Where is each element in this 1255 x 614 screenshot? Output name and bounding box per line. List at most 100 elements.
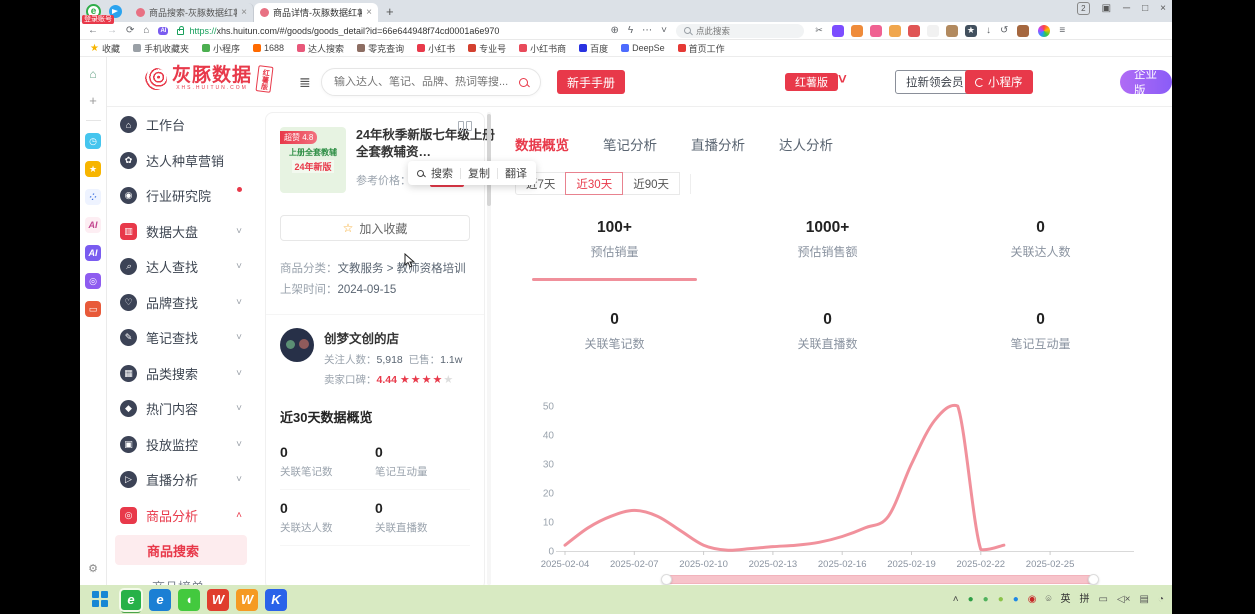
scrollbar-thumb[interactable] [487, 114, 491, 206]
tray-icon[interactable]: ▤ [1140, 594, 1149, 606]
search-icon[interactable] [519, 78, 528, 87]
miniapp-button[interactable]: 小程序 [965, 70, 1033, 94]
sidebar-app-icon[interactable]: ▭ [85, 301, 101, 317]
tooltip-search[interactable]: 搜索 [431, 165, 453, 181]
time-filter[interactable]: 近90天 [622, 172, 680, 195]
tray-icon[interactable]: ˄ [953, 594, 959, 606]
stat-card[interactable]: 0 关联笔记数 [508, 311, 721, 373]
tray-icon[interactable]: ⌾ [1046, 594, 1052, 606]
bookmark-item[interactable]: 小程序 [202, 42, 240, 55]
tray-icon[interactable]: 拼 [1080, 594, 1090, 606]
nav-item[interactable]: ▣ 投放监控 ˅ [107, 427, 255, 463]
ai-assistant-icon[interactable]: AI [158, 27, 168, 35]
bookmark-item[interactable]: 百度 [579, 42, 608, 55]
url-box[interactable]: https://xhs.huitun.com/#/goods/goods_det… [177, 26, 601, 36]
slider-handle-left[interactable] [661, 574, 672, 585]
taskbar-app-icon[interactable]: ◖ [178, 589, 200, 611]
handbook-button[interactable]: 新手手册 [557, 70, 625, 94]
nav-item[interactable]: ◎ 商品分析 ˄ [107, 498, 255, 534]
nav-item[interactable]: ⌕ 达人查找 ˅ [107, 249, 255, 285]
browser-tab[interactable]: 商品详情-灰豚数据红薯版 × [254, 3, 378, 22]
invite-member-button[interactable]: 拉新领会员 [895, 70, 975, 94]
nav-item[interactable]: ✎ 笔记查找 ˅ [107, 320, 255, 356]
datazoom-slider[interactable] [665, 575, 1095, 584]
tooltip-translate[interactable]: 翻译 [505, 165, 527, 181]
app-logo[interactable]: 灰豚数据 XHS.HUITUN.COM 红薯版 [145, 66, 272, 92]
detail-tab[interactable]: 直播分析 [691, 134, 745, 154]
extension-icon[interactable]: ★ [965, 25, 977, 37]
bookmark-item[interactable]: DeepSe [621, 43, 665, 53]
menu-icon[interactable]: ≡ [1059, 26, 1065, 36]
stat-card[interactable]: 1000+ 预估销售额 [721, 219, 934, 281]
detail-tab[interactable]: 数据概览 [515, 134, 569, 154]
extension-icon[interactable] [870, 25, 882, 37]
extension-icon[interactable] [946, 25, 958, 37]
sidebar-app-icon[interactable]: AI [85, 217, 101, 233]
add-favorite-button[interactable]: ☆ 加入收藏 [280, 215, 470, 241]
reload-icon[interactable]: ⟳ [126, 26, 134, 36]
maximize-button[interactable]: □ [1142, 3, 1148, 14]
tray-icon[interactable]: ◁× [1117, 594, 1131, 606]
stat-card[interactable]: 0 关联直播数 [721, 311, 934, 373]
nav-subitem-goods-search[interactable]: 商品搜索 [115, 535, 247, 565]
tray-icon[interactable]: 英 [1061, 594, 1071, 606]
nav-item[interactable]: ◆ 热门内容 ˅ [107, 391, 255, 427]
nav-item[interactable]: ⌂ 工作台 [107, 107, 255, 143]
nav-item[interactable]: ◉ 行业研究院 [107, 178, 255, 214]
extension-icon[interactable] [851, 25, 863, 37]
close-button[interactable]: × [1160, 3, 1166, 14]
stat-card[interactable]: 100+ 预估销量 [508, 219, 721, 281]
detail-tab[interactable]: 达人分析 [779, 134, 833, 154]
theme-icon[interactable]: ▣ [1102, 3, 1111, 14]
app-search-box[interactable] [321, 68, 541, 96]
browser-tab[interactable]: 商品搜索-灰豚数据红薯版 × [130, 3, 254, 22]
stat-card[interactable]: 0 笔记互动量 [934, 311, 1147, 373]
slider-handle-right[interactable] [1088, 574, 1099, 585]
extension-icon[interactable] [927, 25, 939, 37]
forward-icon[interactable]: → [107, 26, 117, 36]
browser-search-input[interactable] [696, 26, 786, 36]
shop-name[interactable]: 创梦文创的店 [324, 328, 462, 347]
bookmark-item[interactable]: 小红书商 [519, 42, 566, 55]
nav-subitem-goods-rank[interactable]: 商品榜单 [107, 577, 255, 585]
extension-icon[interactable] [832, 25, 844, 37]
collapse-menu-icon[interactable]: ≣ [299, 74, 311, 91]
tray-icon[interactable]: ● [968, 594, 974, 606]
search-icon[interactable] [417, 170, 424, 177]
new-tab-button[interactable]: + [386, 4, 394, 19]
extension-icon[interactable]: ✂ [813, 25, 825, 37]
gear-icon[interactable]: ⚙ [88, 562, 98, 575]
tray-icon[interactable]: ◔ [1158, 594, 1164, 606]
tab-close-icon[interactable]: × [366, 7, 372, 18]
tray-icon[interactable]: ● [1013, 594, 1019, 606]
back-icon[interactable]: ← [88, 26, 98, 36]
detail-tab[interactable]: 笔记分析 [603, 134, 657, 154]
bookmark-item[interactable]: 达人搜索 [297, 42, 344, 55]
zoom-icon[interactable]: ⊕ [610, 26, 618, 36]
nav-item[interactable]: ✿ 达人种草营销 [107, 143, 255, 179]
sidebar-app-icon[interactable]: ◷ [85, 133, 101, 149]
taskbar-app-icon[interactable]: e [120, 589, 142, 611]
tooltip-copy[interactable]: 复制 [468, 165, 490, 181]
bookmark-item[interactable]: 手机收藏夹 [133, 42, 189, 55]
time-filter[interactable]: 近30天 [565, 172, 623, 195]
sidebar-app-icon[interactable]: ◎ [85, 273, 101, 289]
more-icon[interactable]: ⋯ [642, 26, 652, 36]
sidebar-app-icon[interactable]: ⁘ [85, 189, 101, 205]
sidebar-home-icon[interactable]: ⌂ [89, 67, 96, 81]
flash-icon[interactable]: ϟ [628, 26, 633, 36]
taskbar-app-icon[interactable]: e [149, 589, 171, 611]
tab-close-icon[interactable]: × [241, 7, 247, 18]
nav-item[interactable]: ▷ 直播分析 ˅ [107, 462, 255, 498]
app-search-input[interactable] [334, 76, 511, 88]
version-badge[interactable]: 红薯版 [785, 73, 838, 91]
taskbar-app-icon[interactable]: W [236, 589, 258, 611]
expand-icon[interactable]: ˅ [661, 26, 667, 36]
tray-icon[interactable]: ◉ [1028, 594, 1037, 606]
home-icon[interactable]: ⌂ [143, 26, 149, 36]
sidebar-app-icon[interactable]: ★ [85, 161, 101, 177]
sidebar-app-icon[interactable]: AI [85, 245, 101, 261]
tray-icon[interactable]: ▭ [1099, 594, 1108, 606]
windows-start-button[interactable] [92, 591, 109, 608]
taskbar-app-icon[interactable]: W [207, 589, 229, 611]
